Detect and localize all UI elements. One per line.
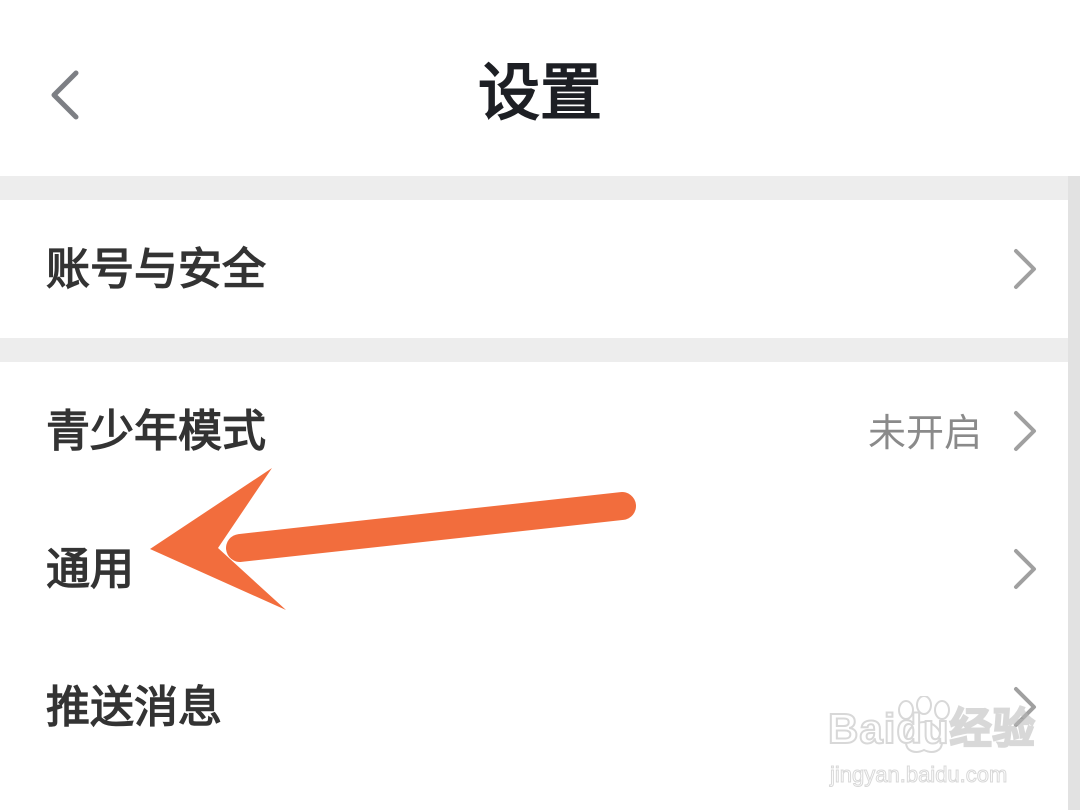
page-title: 设置 [477, 56, 602, 129]
header-bar: 设置 [0, 0, 1080, 176]
settings-item-label: 推送消息 [46, 682, 222, 733]
settings-item-teen-mode[interactable]: 青少年模式 未开启 [0, 362, 1080, 500]
watermark-url: jingyan.baidu.com [829, 762, 1008, 788]
settings-item-label: 通用 [46, 544, 134, 595]
chevron-right-icon [1014, 249, 1036, 289]
settings-item-label: 账号与安全 [46, 244, 266, 295]
chevron-right-icon [1014, 549, 1036, 589]
settings-item-label: 青少年模式 [46, 406, 266, 457]
scrollbar[interactable] [1068, 176, 1080, 810]
settings-item-account-security[interactable]: 账号与安全 [0, 200, 1080, 338]
section-divider [0, 176, 1080, 200]
watermark-logo-text: Baidu经验 [827, 704, 1036, 753]
section-divider [0, 338, 1080, 362]
settings-screen: 设置 账号与安全 青少年模式 未开启 通用 推送消息 Baidu经验 jingy… [0, 0, 1080, 810]
baidu-jingyan-watermark: Baidu经验 jingyan.baidu.com [826, 690, 1046, 800]
settings-item-general[interactable]: 通用 [0, 500, 1080, 638]
chevron-right-icon [1014, 411, 1036, 451]
teen-mode-status: 未开启 [867, 411, 982, 455]
